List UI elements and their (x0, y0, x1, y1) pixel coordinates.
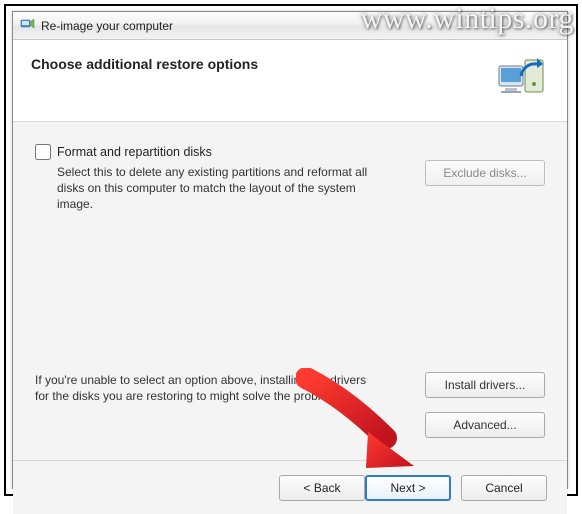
install-drivers-button[interactable]: Install drivers... (425, 372, 545, 398)
body-region: Format and repartition disks Select this… (13, 122, 567, 460)
next-button[interactable]: Next > (365, 475, 451, 501)
reimage-dialog: Re-image your computer Choose additional… (12, 11, 568, 489)
recovery-icon (19, 16, 35, 35)
screenshot-frame: Re-image your computer Choose additional… (4, 4, 578, 496)
driver-help-text: If you're unable to select an option abo… (35, 372, 375, 404)
format-repartition-checkbox[interactable] (35, 144, 51, 160)
back-button[interactable]: < Back (279, 475, 365, 501)
page-heading: Choose additional restore options (31, 54, 258, 72)
window-title: Re-image your computer (41, 19, 173, 33)
wizard-footer: < Back Next > Cancel (13, 460, 567, 514)
advanced-button[interactable]: Advanced... (425, 412, 545, 438)
format-repartition-label[interactable]: Format and repartition disks (57, 145, 212, 159)
format-checkbox-row: Format and repartition disks (35, 144, 545, 160)
header-region: Choose additional restore options (13, 40, 567, 122)
titlebar: Re-image your computer (13, 12, 567, 40)
computer-restore-icon (497, 54, 549, 103)
cancel-button[interactable]: Cancel (461, 475, 547, 501)
format-description: Select this to delete any existing parti… (57, 164, 377, 213)
exclude-disks-button: Exclude disks... (425, 160, 545, 186)
